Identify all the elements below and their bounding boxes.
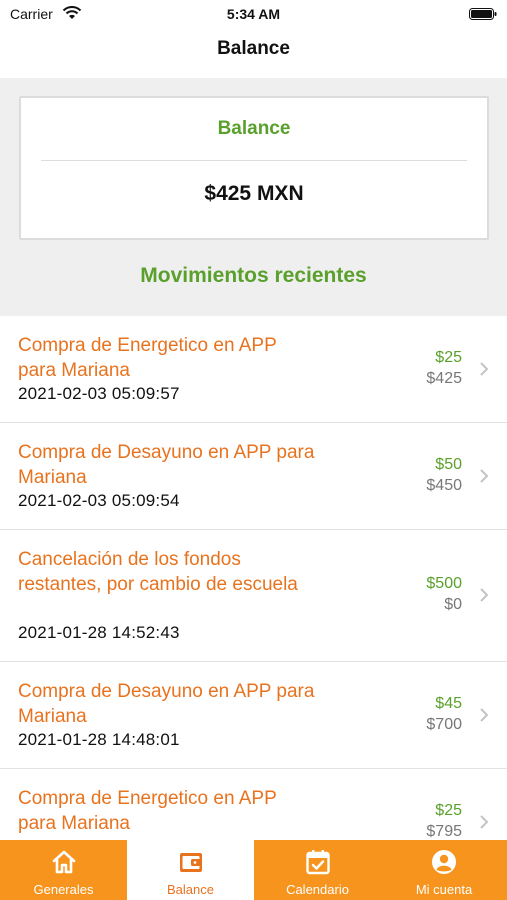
tab-label: Generales — [33, 882, 94, 897]
tab-label: Balance — [167, 882, 214, 897]
list-item[interactable]: Compra de Desayuno en APP para Mariana 2… — [0, 662, 507, 769]
movement-title: Compra de Energetico en APP para Mariana — [18, 335, 277, 381]
list-item[interactable]: Compra de Energetico en APP para Mariana… — [0, 316, 507, 423]
movement-date: 2021-02-03 05:09:54 — [18, 491, 180, 510]
movement-title: Compra de Desayuno en APP para Mariana — [18, 442, 315, 488]
tab-generales[interactable]: Generales — [0, 840, 127, 900]
balance-amount: $425 MXN — [204, 182, 304, 205]
movement-title: Compra de Desayuno en APP para Mariana — [18, 681, 315, 727]
chevron-right-icon — [480, 708, 489, 722]
divider — [41, 160, 467, 161]
movement-remaining: $450 — [426, 477, 462, 494]
movement-amount: $25 — [435, 349, 462, 366]
tab-bar: Generales Balance Calendario Mi cuenta — [0, 840, 507, 900]
recent-movements-title: Movimientos recientes — [140, 264, 367, 287]
page-title: Balance — [217, 38, 290, 59]
balance-card: Balance $425 MXN — [19, 96, 489, 240]
chevron-right-icon — [480, 815, 489, 829]
movement-date: 2021-01-28 14:48:01 — [18, 730, 180, 749]
movement-title: Compra de Energetico en APP para Mariana — [18, 788, 277, 834]
tab-mi-cuenta[interactable]: Mi cuenta — [381, 840, 507, 900]
wallet-icon — [179, 853, 202, 872]
movement-amount: $500 — [426, 575, 462, 592]
movement-date: 2021-02-03 05:09:57 — [18, 384, 180, 403]
movement-remaining: $425 — [426, 370, 462, 387]
movements-list[interactable]: Compra de Energetico en APP para Mariana… — [0, 316, 507, 840]
status-bar: Carrier 5:34 AM — [0, 0, 507, 30]
chevron-right-icon — [480, 469, 489, 483]
tab-label: Mi cuenta — [415, 882, 473, 897]
account-icon — [432, 850, 456, 874]
list-item[interactable]: Cancelación de los fondos restantes, por… — [0, 530, 507, 662]
tab-balance[interactable]: Balance — [127, 840, 254, 900]
battery-icon — [469, 8, 497, 20]
list-item[interactable]: Compra de Energetico en APP para Mariana… — [0, 769, 507, 840]
movement-amount: $50 — [435, 456, 462, 473]
status-time: 5:34 AM — [226, 6, 281, 22]
movement-title: Cancelación de los fondos restantes, por… — [18, 549, 298, 595]
balance-label: Balance — [217, 118, 291, 139]
chevron-right-icon — [480, 588, 489, 602]
movement-remaining: $795 — [426, 823, 462, 840]
movement-date: 2021-01-28 14:52:43 — [18, 623, 180, 642]
movement-amount: $25 — [435, 802, 462, 819]
tab-calendario[interactable]: Calendario — [254, 840, 381, 900]
movement-remaining: $700 — [426, 716, 462, 733]
chevron-right-icon — [480, 362, 489, 376]
movement-amount: $45 — [435, 695, 462, 712]
list-item[interactable]: Compra de Desayuno en APP para Mariana 2… — [0, 423, 507, 530]
calendar-icon — [305, 850, 330, 875]
movement-remaining: $0 — [444, 596, 462, 613]
tab-label: Calendario — [286, 882, 349, 897]
home-icon — [52, 850, 75, 874]
